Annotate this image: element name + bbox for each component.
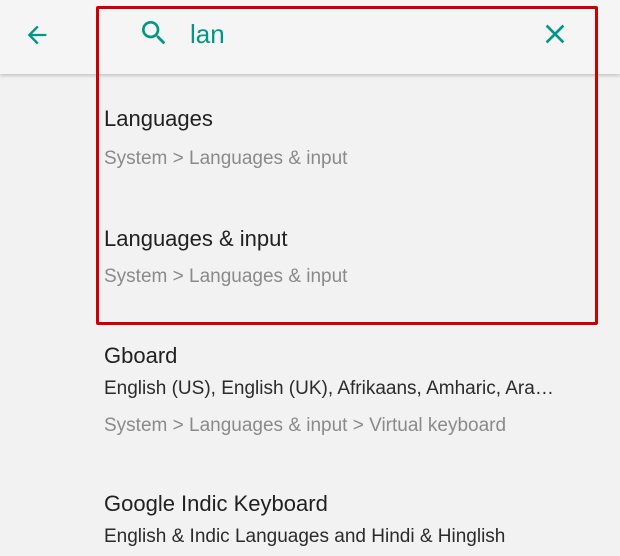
back-button[interactable] [14,12,60,58]
search-results-list: Languages System > Languages & input Lan… [0,74,620,556]
clear-search-button[interactable] [534,13,576,55]
search-toolbar [0,0,620,74]
result-title: Languages & input [104,226,288,251]
search-icon [134,13,174,53]
result-title: Languages [104,106,213,131]
result-summary: English (US), English (UK), Afrikaans, A… [104,378,554,399]
search-result-languages[interactable]: Languages System > Languages & input [0,86,620,196]
result-path: System > Languages & input [104,266,348,287]
result-title: Google Indic Keyboard [104,491,328,516]
result-title: Gboard [104,343,178,368]
result-path: System > Languages & input [104,148,348,169]
result-path: System > Languages & input > Virtual key… [104,415,507,436]
close-icon [545,24,565,44]
search-result-languages-input[interactable]: Languages & input System > Languages & i… [0,206,620,316]
search-result-google-indic-keyboard[interactable]: Google Indic Keyboard English & Indic La… [0,474,620,556]
search-result-gboard[interactable]: Gboard English (US), English (UK), Afrik… [0,326,620,450]
arrow-back-icon [27,25,47,45]
search-input[interactable] [190,14,510,54]
result-summary: English & Indic Languages and Hindi & Hi… [104,526,506,547]
